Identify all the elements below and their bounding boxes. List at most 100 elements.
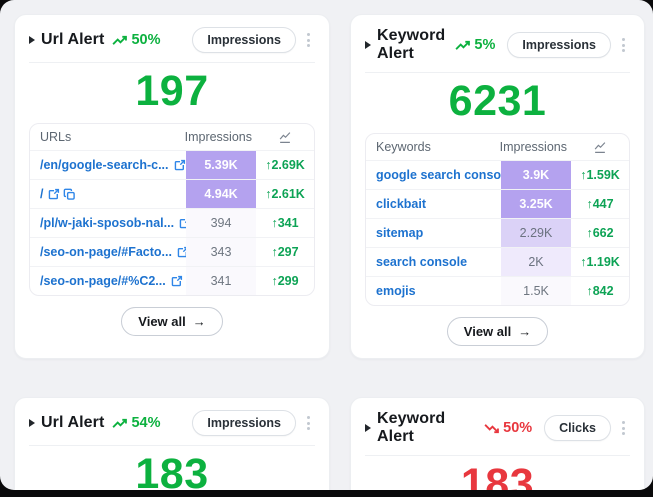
alert-cards-grid: Url Alert 50% Impressions 197 URLs Impre…	[14, 14, 639, 490]
collapse-caret-icon[interactable]	[29, 36, 35, 44]
arrow-right-icon: →	[518, 324, 531, 339]
external-link-icon[interactable]	[176, 246, 186, 259]
table-row: google search console 3.9K ↑1.59K	[366, 160, 629, 189]
keyword-text: google search console	[376, 168, 501, 182]
table-row: /seo-on-page/#%C2... 341 ↑299	[30, 266, 314, 295]
change-value: ↑341	[256, 209, 314, 237]
metric-value-cell: 394	[186, 209, 256, 237]
keyword-text: clickbait	[376, 197, 426, 211]
trend-percent: 50%	[131, 32, 160, 48]
total-value: 183	[365, 463, 630, 490]
url-text: /seo-on-page/#%C2...	[40, 274, 166, 288]
card-title: Keyword Alert	[377, 27, 447, 63]
entity-column-header: Keywords	[366, 134, 501, 160]
total-value: 183	[29, 453, 315, 490]
change-value: ↑2.69K	[256, 151, 314, 179]
metric-value-cell: 4.94K	[186, 180, 256, 208]
metric-value-cell: 5.39K	[186, 151, 256, 179]
change-value: ↑1.19K	[571, 248, 629, 276]
kebab-menu-icon[interactable]	[302, 412, 315, 434]
metric-value-cell: 341	[186, 267, 256, 295]
metric-selector-button[interactable]: Impressions	[192, 410, 296, 436]
keyword-text: search console	[376, 255, 467, 269]
kebab-menu-icon[interactable]	[302, 29, 315, 51]
trend-percent: 54%	[131, 415, 160, 431]
table-header-row: Keywords Impressions	[366, 134, 629, 160]
arrow-right-icon: →	[193, 314, 206, 329]
keyword-link[interactable]: emojis	[366, 277, 501, 305]
collapse-caret-icon[interactable]	[365, 424, 371, 432]
keyword-link[interactable]: search console	[366, 248, 501, 276]
url-text: /seo-on-page/#Facto...	[40, 245, 172, 259]
url-link[interactable]: /en/google-search-c...	[30, 151, 186, 179]
external-link-icon[interactable]	[178, 217, 186, 230]
row-icons	[170, 275, 186, 288]
metric-column-header[interactable]: Impressions	[501, 134, 571, 160]
url-link[interactable]: /	[30, 180, 186, 208]
table-row: clickbait 3.25K ↑447	[366, 189, 629, 218]
total-value: 197	[29, 70, 315, 113]
url-text: /	[40, 187, 43, 201]
table-row: emojis 1.5K ↑842	[366, 276, 629, 305]
metric-value-cell: 3.25K	[501, 190, 571, 218]
metric-selector-button[interactable]: Clicks	[544, 415, 611, 441]
metric-selector-button[interactable]: Impressions	[507, 32, 611, 58]
metric-value-cell: 2.29K	[501, 219, 571, 247]
url-link[interactable]: /seo-on-page/#Facto...	[30, 238, 186, 266]
chart-column-header[interactable]	[571, 134, 629, 160]
keyword-link[interactable]: sitemap	[366, 219, 501, 247]
card-title: Keyword Alert	[377, 410, 476, 446]
external-link-icon[interactable]	[170, 275, 183, 288]
table-row: / 4.94K ↑2.61K	[30, 179, 314, 208]
change-value: ↑299	[256, 267, 314, 295]
metric-selector-button[interactable]: Impressions	[192, 27, 296, 53]
url-text: /pl/w-jaki-sposob-nal...	[40, 216, 174, 230]
card-header: Url Alert 50% Impressions	[29, 27, 315, 63]
url-link[interactable]: /seo-on-page/#%C2...	[30, 267, 186, 295]
external-link-icon[interactable]	[173, 159, 186, 172]
metric-column-label: Impressions	[185, 130, 252, 144]
view-all-button[interactable]: View all →	[121, 307, 222, 336]
change-value: ↑1.59K	[571, 161, 629, 189]
copy-icon[interactable]	[63, 188, 76, 201]
trend-up-icon	[112, 418, 128, 429]
chart-column-header[interactable]	[256, 124, 314, 150]
card-header: Url Alert 54% Impressions	[29, 410, 315, 446]
line-chart-icon	[593, 141, 607, 154]
keyword-text: emojis	[376, 284, 416, 298]
change-value: ↑842	[571, 277, 629, 305]
change-value: ↑2.61K	[256, 180, 314, 208]
keyword-link[interactable]: google search console	[366, 161, 501, 189]
entity-column-header: URLs	[30, 124, 186, 150]
url-link[interactable]: /pl/w-jaki-sposob-nal...	[30, 209, 186, 237]
table-row: /seo-on-page/#Facto... 343 ↑297	[30, 237, 314, 266]
kebab-menu-icon[interactable]	[617, 417, 630, 439]
kebab-menu-icon[interactable]	[617, 34, 630, 56]
line-chart-icon	[278, 131, 292, 144]
change-value: ↑447	[571, 190, 629, 218]
external-link-icon[interactable]	[47, 188, 60, 201]
metric-value-cell: 2K	[501, 248, 571, 276]
table-row: /pl/w-jaki-sposob-nal... 394 ↑341	[30, 208, 314, 237]
view-all-button[interactable]: View all →	[447, 317, 548, 346]
keyword-link[interactable]: clickbait	[366, 190, 501, 218]
collapse-caret-icon[interactable]	[365, 41, 371, 49]
table-row: sitemap 2.29K ↑662	[366, 218, 629, 247]
collapse-caret-icon[interactable]	[29, 419, 35, 427]
view-all-label: View all	[138, 314, 185, 329]
metric-column-header[interactable]: Impressions	[186, 124, 256, 150]
trend-indicator: 5%	[455, 37, 495, 53]
metric-value-cell: 343	[186, 238, 256, 266]
total-value: 6231	[365, 80, 630, 123]
card-header: Keyword Alert 50% Clicks	[365, 410, 630, 456]
table-row: /en/google-search-c... 5.39K ↑2.69K	[30, 150, 314, 179]
trend-up-icon	[455, 40, 471, 51]
alert-table: Keywords Impressions google search conso…	[365, 133, 630, 306]
trend-indicator: 54%	[112, 415, 160, 431]
trend-percent: 5%	[474, 37, 495, 53]
metric-value-cell: 3.9K	[501, 161, 571, 189]
row-icons	[47, 188, 76, 201]
metric-value-cell: 1.5K	[501, 277, 571, 305]
dashboard-surface: Url Alert 50% Impressions 197 URLs Impre…	[0, 0, 653, 490]
keyword-text: sitemap	[376, 226, 423, 240]
